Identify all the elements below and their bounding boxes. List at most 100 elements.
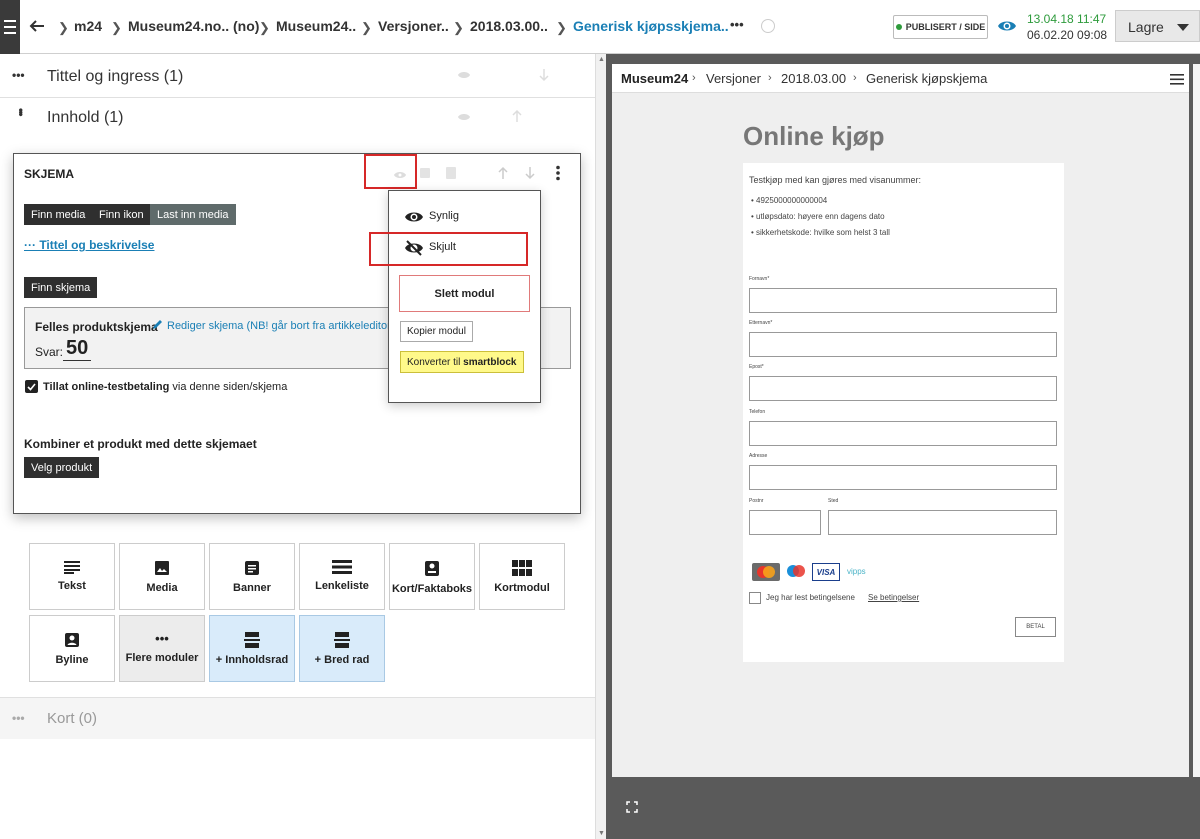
tittel-beskrivelse-link[interactable]: ··· Tittel og beskrivelse — [24, 238, 154, 252]
terms-checkbox[interactable] — [749, 592, 761, 604]
breadcrumb-item[interactable]: Versjoner.. — [378, 18, 449, 34]
save-dropdown-button[interactable]: Lagre — [1115, 10, 1200, 42]
preview-menu-icon[interactable] — [1170, 74, 1184, 85]
finn-ikon-button[interactable]: Finn ikon — [92, 204, 151, 225]
editor-scrollbar[interactable]: ▲ ▼ — [595, 54, 606, 839]
preview-breadcrumb-item[interactable]: 2018.03.00 — [781, 71, 846, 86]
online-testbetaling-checkbox[interactable] — [25, 380, 38, 393]
finn-skjema-button[interactable]: Finn skjema — [24, 277, 98, 298]
flere-moduler-button[interactable]: ••• Flere moduler — [119, 615, 205, 682]
field-label: Sted — [828, 498, 839, 504]
add-kort-faktaboks-button[interactable]: Kort/Faktaboks — [389, 543, 475, 610]
field-label: Etternavn* — [749, 320, 773, 326]
preview-form-card: Testkjøp med kan gjøres med visanummer: … — [743, 163, 1064, 662]
slett-modul-button[interactable]: Slett modul — [399, 275, 530, 312]
preview-breadcrumb-item[interactable]: Museum24 — [621, 71, 688, 86]
chevron-right-icon: ❯ — [259, 20, 270, 35]
portrait-icon[interactable] — [445, 166, 457, 180]
image-icon[interactable] — [419, 167, 431, 179]
publish-status-badge[interactable]: PUBLISERT / SIDE — [893, 15, 988, 39]
mastercard-icon — [752, 563, 780, 581]
epost-input[interactable] — [749, 376, 1057, 401]
preview-eye-icon[interactable] — [997, 18, 1017, 34]
velg-produkt-button[interactable]: Velg produkt — [24, 457, 100, 478]
postnr-input[interactable] — [749, 510, 821, 535]
back-arrow-icon[interactable] — [28, 17, 46, 35]
add-tekst-button[interactable]: Tekst — [29, 543, 115, 610]
add-media-button[interactable]: Media — [119, 543, 205, 610]
breadcrumb-item[interactable]: m24 — [74, 18, 102, 34]
section-kort[interactable]: ••• Kort (0) — [0, 697, 595, 739]
synlig-option[interactable]: Synlig — [429, 210, 459, 222]
image-icon — [155, 561, 169, 575]
skjult-option[interactable]: Skjult — [429, 241, 456, 253]
field-label: Fornavn* — [749, 276, 770, 282]
eye-icon[interactable] — [393, 170, 407, 180]
save-label: Lagre — [1128, 19, 1164, 35]
betal-button[interactable]: BETAL — [1015, 617, 1056, 637]
preview-bullet: • sikkerhetskode: hvilke som helst 3 tal… — [751, 228, 890, 237]
sted-input[interactable] — [828, 510, 1057, 535]
kombiner-heading: Kombiner et produkt med dette skjemaet — [24, 437, 257, 451]
row-insert-icon — [334, 632, 350, 648]
saved-time: 06.02.20 09:08 — [1027, 28, 1108, 42]
fornavn-input[interactable] — [749, 288, 1057, 313]
chevron-right-icon: ❯ — [453, 20, 464, 35]
breadcrumb-current[interactable]: Generisk kjøpsskjema.. — [573, 18, 729, 34]
eye-icon[interactable] — [457, 112, 471, 122]
konverter-smartblock-button[interactable]: Konverter til smartblock — [400, 351, 524, 373]
add-innholdsrad-button[interactable]: + Innholdsrad — [209, 615, 295, 682]
hamburger-menu-button[interactable] — [0, 0, 20, 54]
adresse-input[interactable] — [749, 465, 1057, 490]
preview-breadcrumb-item[interactable]: Generisk kjøpskjema — [866, 71, 987, 86]
more-vertical-icon[interactable] — [555, 165, 561, 181]
preview-heading: Online kjøp — [743, 121, 885, 151]
field-label: Postnr — [749, 498, 764, 504]
more-dots-icon[interactable]: ••• — [12, 711, 25, 725]
svar-value: 50 — [63, 337, 92, 361]
eye-icon — [404, 210, 424, 224]
fullscreen-icon[interactable] — [626, 801, 638, 813]
etternavn-input[interactable] — [749, 332, 1057, 357]
pencil-icon[interactable] — [151, 319, 163, 331]
breadcrumb-item[interactable]: Museum24.no.. (no) — [128, 18, 259, 34]
visa-icon: VISA — [812, 563, 840, 581]
section-innhold[interactable]: ••• Innhold (1) — [0, 98, 595, 140]
arrow-up-icon[interactable] — [497, 166, 509, 180]
breadcrumb-more-button[interactable]: ••• — [730, 17, 744, 32]
card-icon — [425, 561, 439, 576]
finn-media-button[interactable]: Finn media — [24, 204, 93, 225]
text-lines-icon — [64, 561, 80, 574]
kopier-modul-button[interactable]: Kopier modul — [400, 321, 473, 342]
breadcrumb-item[interactable]: 2018.03.00.. — [470, 18, 548, 34]
more-dots-icon[interactable]: ••• — [12, 68, 25, 82]
section-tittel[interactable]: ••• Tittel og ingress (1) — [0, 56, 595, 98]
chevron-right-icon: ❯ — [58, 20, 69, 35]
rediger-skjema-link[interactable]: Rediger skjema (NB! går bort fra artikke… — [167, 320, 394, 332]
add-banner-button[interactable]: Banner — [209, 543, 295, 610]
add-lenkeliste-button[interactable]: Lenkeliste — [299, 543, 385, 610]
add-kortmodul-button[interactable]: Kortmodul — [479, 543, 565, 610]
highlight-box — [364, 154, 417, 189]
preview-breadcrumb-item[interactable]: Versjoner — [706, 71, 761, 86]
eye-icon[interactable] — [457, 70, 471, 80]
preview-scrollbar[interactable] — [1193, 64, 1200, 777]
field-label: Telefon — [749, 409, 766, 415]
preview-intro: Testkjøp med kan gjøres med visanummer: — [749, 175, 922, 185]
arrow-up-icon[interactable] — [511, 109, 523, 123]
last-inn-media-button[interactable]: Last inn media — [150, 204, 236, 225]
add-bred-rad-button[interactable]: + Bred rad — [299, 615, 385, 682]
add-byline-button[interactable]: Byline — [29, 615, 115, 682]
checkbox-label: Tillat online-testbetaling via denne sid… — [43, 381, 288, 393]
arrow-down-icon[interactable] — [538, 68, 550, 82]
arrow-down-icon[interactable] — [524, 166, 536, 180]
section-title: Innhold (1) — [47, 109, 124, 126]
terms-text: Jeg har lest betingelsene — [766, 593, 855, 602]
preview-bullet: • utløpsdato: høyere enn dagens dato — [751, 212, 885, 221]
eye-off-icon — [404, 240, 424, 256]
more-dots-icon: ••• — [155, 631, 169, 646]
terms-link[interactable]: Se betingelser — [868, 593, 919, 602]
telefon-input[interactable] — [749, 421, 1057, 446]
breadcrumb-item[interactable]: Museum24.. — [276, 18, 356, 34]
more-vertical-icon[interactable]: ••• — [14, 108, 28, 115]
